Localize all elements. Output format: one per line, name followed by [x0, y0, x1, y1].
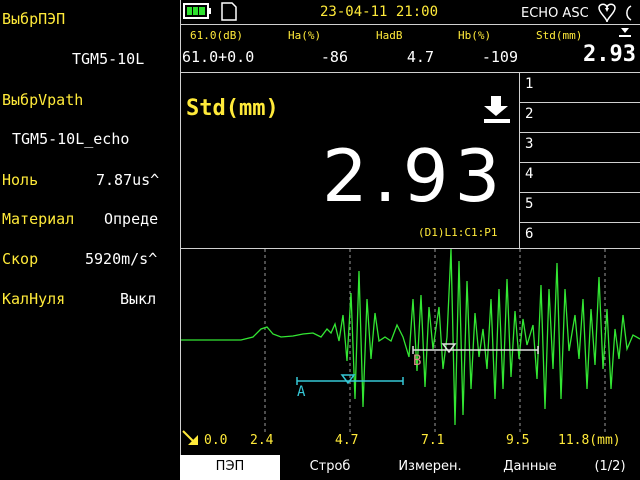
header-hadb: HadB: [376, 29, 403, 42]
down-arrow-small-icon: [617, 25, 633, 41]
echo-trace: [181, 249, 640, 426]
gate-b-label: B: [413, 353, 422, 369]
memory-slot[interactable]: 4: [520, 163, 640, 193]
param-velocity-label[interactable]: Скор: [2, 250, 38, 268]
heart-icon: [595, 2, 640, 24]
scale-tick: 9.5: [506, 433, 530, 448]
down-arrow-icon: [482, 94, 514, 126]
value-hadb: 4.7: [406, 48, 434, 66]
status-divider: [181, 24, 640, 25]
softkey-page[interactable]: (1/2): [580, 455, 640, 480]
memory-slot[interactable]: 3: [520, 133, 640, 163]
scale-tick: 2.4: [250, 433, 274, 448]
measurement-value: 2.93: [322, 134, 507, 218]
measurement-label: Std(mm): [186, 96, 279, 121]
softkey-data[interactable]: Данные: [480, 455, 580, 480]
gate-a-marker: [340, 374, 356, 385]
param-zero-value[interactable]: 7.87us^: [96, 171, 159, 189]
memory-slot[interactable]: 2: [520, 103, 640, 133]
param-vpath-value[interactable]: TGM5-10L_echo: [12, 130, 129, 148]
softkey-gate[interactable]: Строб: [280, 455, 380, 480]
scale-tick: 7.1: [421, 433, 445, 448]
diagonal-arrow-icon: [181, 429, 201, 449]
a-scan-waveform[interactable]: [181, 249, 640, 433]
param-zerocal-value[interactable]: Выкл: [120, 290, 156, 308]
value-std: 2.93: [583, 42, 636, 67]
memory-slot[interactable]: 1: [520, 73, 640, 103]
battery-icon: [183, 2, 213, 20]
header-ha: Ha(%): [288, 29, 322, 42]
softkey-probe[interactable]: ПЭП: [180, 455, 280, 480]
param-probe-label[interactable]: ВыбрПЭП: [2, 10, 65, 28]
value-ha: -86: [320, 48, 348, 66]
scale-tick: 4.7: [335, 433, 359, 448]
scale-tick: 11.8(mm): [558, 433, 621, 448]
param-zero-label[interactable]: Ноль: [2, 171, 38, 189]
value-hb: -109: [481, 48, 518, 66]
reference-label: (D1)L1:C1:P1: [418, 226, 498, 239]
param-vpath-label[interactable]: ВыбрVpath: [2, 91, 83, 109]
scale-tick: 0.0: [204, 433, 228, 448]
header-std: Std(mm): [536, 29, 583, 42]
header-gain: 61.0(dB): [190, 29, 243, 42]
param-probe-value[interactable]: TGM5-10L: [72, 50, 144, 68]
parameter-panel: ВыбрПЭП TGM5-10L ВыбрVpath TGM5-10L_echo…: [0, 0, 180, 480]
sd-card-icon: [218, 1, 238, 21]
mode-indicator: ECHO ASC: [521, 6, 589, 21]
datetime-display: 23-04-11 21:00: [320, 4, 439, 20]
memory-slot[interactable]: 6: [520, 223, 640, 249]
softkey-measure[interactable]: Измерен.: [380, 455, 480, 480]
param-material-label[interactable]: Материал: [2, 210, 74, 228]
memory-slot[interactable]: 5: [520, 193, 640, 223]
header-hb: Hb(%): [458, 29, 492, 42]
param-zerocal-label[interactable]: КалНуля: [2, 290, 65, 308]
value-gain: 61.0+0.0: [182, 48, 255, 66]
param-velocity-value[interactable]: 5920m/s^: [85, 250, 157, 268]
param-material-value[interactable]: Опреде: [104, 210, 180, 228]
gate-a-label: A: [297, 384, 306, 400]
